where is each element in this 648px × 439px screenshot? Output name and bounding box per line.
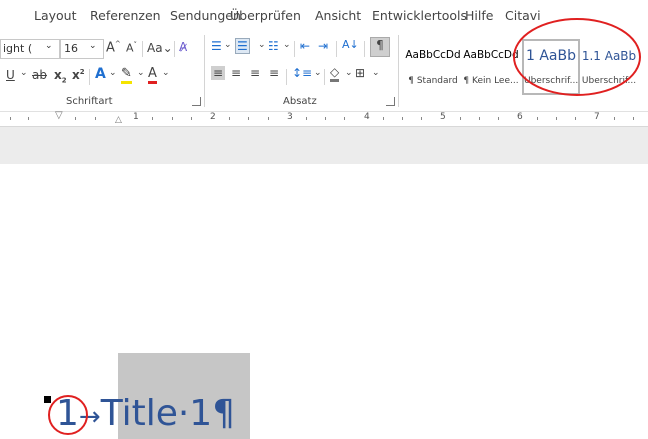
ruler-number: 7 <box>594 112 600 122</box>
ruler-number: 2 <box>210 112 216 122</box>
font-group-label: Schriftart <box>66 96 113 107</box>
tab-ansicht[interactable]: Ansicht <box>315 8 361 23</box>
chevron-down-icon[interactable]: ⌄ <box>109 68 117 78</box>
font-size-box[interactable]: 16 ⌄ <box>60 39 104 59</box>
page-gap <box>0 127 648 164</box>
tab-stop-marker-icon[interactable]: △ <box>115 115 122 125</box>
heading-text[interactable]: Title·1 <box>101 393 213 434</box>
sort-icon[interactable]: A↓ <box>342 38 359 51</box>
shading-icon[interactable]: ◇ <box>330 65 340 82</box>
paragraph-dialog-launcher-icon[interactable] <box>386 97 395 106</box>
chevron-down-icon[interactable]: ⌄ <box>314 68 322 78</box>
font-dialog-launcher-icon[interactable] <box>192 97 201 106</box>
chevron-down-icon: ⌄ <box>45 41 53 51</box>
chevron-down-icon: ⌄ <box>89 41 97 51</box>
highlight-icon[interactable]: ✎ <box>121 66 132 84</box>
numbered-list-icon[interactable]: ☰ <box>235 38 250 54</box>
chevron-down-icon[interactable]: ⌄ <box>162 68 170 78</box>
group-separator <box>204 35 205 107</box>
chevron-down-icon[interactable]: ⌄ <box>345 68 353 78</box>
line-spacing-icon[interactable]: ↕≡ <box>292 66 312 80</box>
separator <box>324 69 325 85</box>
ruler-number: 6 <box>517 112 523 122</box>
borders-icon[interactable]: ⊞ <box>355 66 365 80</box>
tab-entwicklertools[interactable]: Entwicklertools <box>372 8 467 23</box>
chevron-down-icon[interactable]: ⌄ <box>283 40 291 50</box>
pilcrow-mark: ¶ <box>212 393 236 434</box>
separator <box>364 41 365 57</box>
ruler-number: 5 <box>440 112 446 122</box>
tab-layout[interactable]: Layout <box>34 8 77 23</box>
chevron-down-icon[interactable]: ⌄ <box>372 68 380 78</box>
font-name-value: ight ( <box>3 42 33 55</box>
align-left-icon[interactable]: ≡ <box>211 66 226 80</box>
tab-hilfe[interactable]: Hilfe <box>465 8 493 23</box>
grow-font-icon[interactable]: A^ <box>106 40 121 55</box>
font-color-icon[interactable]: A <box>148 66 157 84</box>
separator <box>286 69 287 85</box>
subscript-icon[interactable]: x2 <box>54 68 67 84</box>
ruler-number: 1 <box>133 112 139 122</box>
text-effects-icon[interactable]: A <box>95 66 106 82</box>
strikethrough-icon[interactable]: ab <box>32 68 47 82</box>
annotation-ellipse-styles <box>513 18 641 96</box>
multilevel-list-icon[interactable]: ☷ <box>268 39 279 53</box>
separator <box>294 41 295 57</box>
indent-marker-icon[interactable]: ▽ <box>55 110 63 121</box>
separator <box>89 69 90 85</box>
clear-formatting-icon[interactable]: A̷ <box>179 40 187 54</box>
underline-icon[interactable]: U <box>6 68 15 82</box>
align-right-icon[interactable]: ≡ <box>250 66 260 80</box>
tab-ueberpruefen[interactable]: Überprüfen <box>230 8 301 23</box>
chevron-down-icon[interactable]: ⌄ <box>258 40 266 50</box>
chevron-down-icon[interactable]: ⌄ <box>224 40 232 50</box>
font-size-value: 16 <box>64 42 78 55</box>
horizontal-ruler[interactable]: ▽ △ 1 2 3 4 5 6 7 <box>0 110 648 127</box>
change-case-icon[interactable]: Aa⌄ <box>147 41 173 55</box>
ruler-number: 4 <box>364 112 370 122</box>
separator <box>142 41 143 57</box>
font-name-box[interactable]: ight ( ⌄ <box>0 39 60 59</box>
bullet-list-icon[interactable]: ☰ <box>211 39 222 53</box>
align-center-icon[interactable]: ≡ <box>231 66 241 80</box>
decrease-indent-icon[interactable]: ⇤ <box>300 39 310 53</box>
tab-referenzen[interactable]: Referenzen <box>90 8 161 23</box>
separator <box>174 41 175 57</box>
show-formatting-marks-icon[interactable]: ¶ <box>370 37 390 57</box>
increase-indent-icon[interactable]: ⇥ <box>318 39 328 53</box>
chevron-down-icon[interactable]: ⌄ <box>20 68 28 78</box>
ruler-number: 3 <box>287 112 293 122</box>
justify-icon[interactable]: ≡ <box>269 66 279 80</box>
shrink-font-icon[interactable]: A˅ <box>126 41 137 55</box>
annotation-circle-number <box>48 395 88 435</box>
separator <box>336 41 337 57</box>
style-preview: AaBbCcDd <box>405 49 461 61</box>
chevron-down-icon[interactable]: ⌄ <box>137 68 145 78</box>
superscript-icon[interactable]: x2 <box>72 68 85 82</box>
group-separator <box>398 35 399 107</box>
style-name: ¶ Standard <box>408 76 458 86</box>
paragraph-group-label: Absatz <box>283 96 317 107</box>
style-standard[interactable]: AaBbCcDd ¶ Standard <box>404 41 462 93</box>
